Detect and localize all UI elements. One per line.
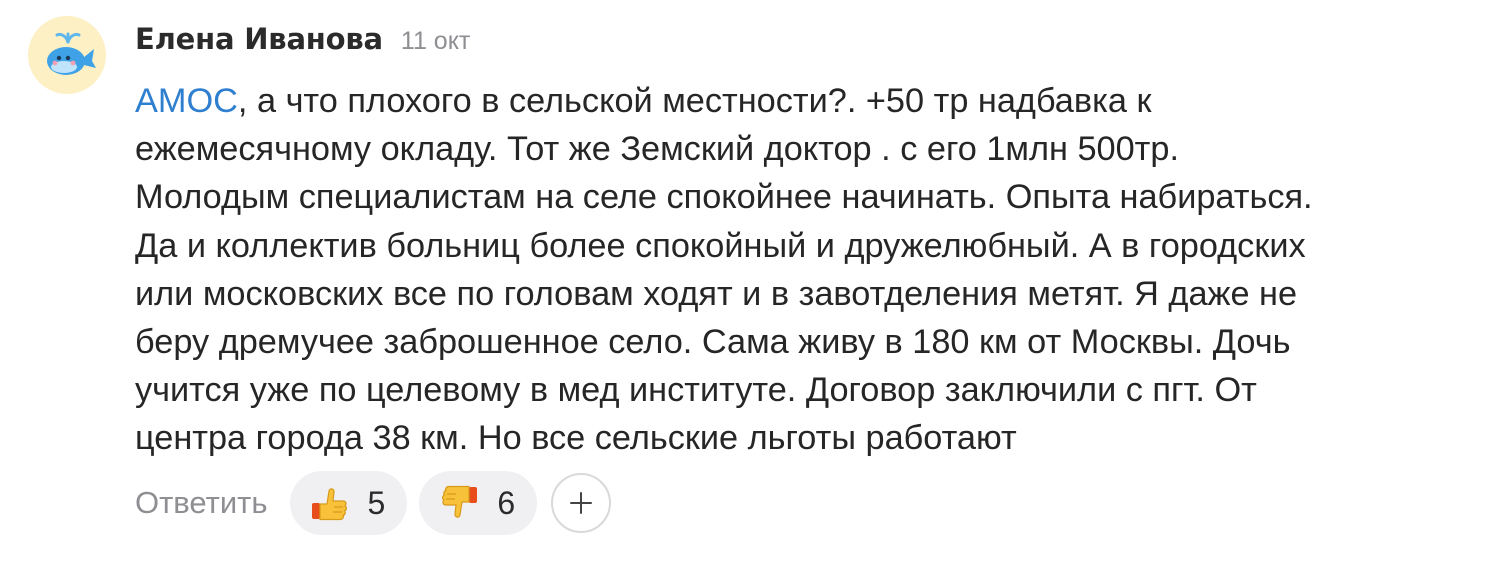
- plus-icon: [570, 492, 593, 514]
- reply-button[interactable]: Ответить: [135, 485, 268, 521]
- avatar[interactable]: [28, 16, 106, 94]
- like-button[interactable]: 5: [289, 471, 408, 535]
- comment-text: АМОС, а что плохого в сельской местности…: [135, 77, 1475, 463]
- comment-line-text: , а что плохого в сельской местности?. +…: [237, 82, 1152, 120]
- comment-date[interactable]: 11 окт: [401, 27, 470, 56]
- dislike-button[interactable]: 6: [419, 471, 538, 535]
- comment-line: АМОС, а что плохого в сельской местности…: [135, 77, 1475, 125]
- comment-header: Елена Иванова 11 окт: [135, 22, 470, 62]
- comment-line: или московских все по головам ходят и в …: [135, 274, 1298, 313]
- dislike-count: 6: [497, 484, 516, 521]
- comment-line: центра города 38 км. Но все сельские льг…: [135, 419, 1017, 458]
- author-name[interactable]: Елена Иванова: [135, 22, 383, 56]
- comment-line: беру дремучее заброшенное село. Сама жив…: [135, 322, 1291, 361]
- add-reaction-button[interactable]: [551, 473, 612, 533]
- comment-line: учится уже по целевому в мед институте. …: [135, 371, 1257, 410]
- thumbs-down-icon: [442, 485, 478, 518]
- mention-link[interactable]: АМОС: [135, 82, 238, 120]
- comment: Елена Иванова 11 окт АМОС, а что плохого…: [0, 0, 1500, 579]
- comment-line: Молодым специалистам на селе спокойнее н…: [135, 178, 1313, 217]
- comment-line: ежемесячному окладу. Тот же Земский докт…: [135, 130, 1179, 169]
- comment-line: Да и коллектив больниц более спокойный и…: [135, 226, 1306, 265]
- thumbs-up-icon: [311, 488, 347, 521]
- like-count: 5: [367, 484, 386, 521]
- comment-actions: Ответить 5 6: [135, 470, 612, 536]
- whale-avatar-icon: [47, 32, 96, 75]
